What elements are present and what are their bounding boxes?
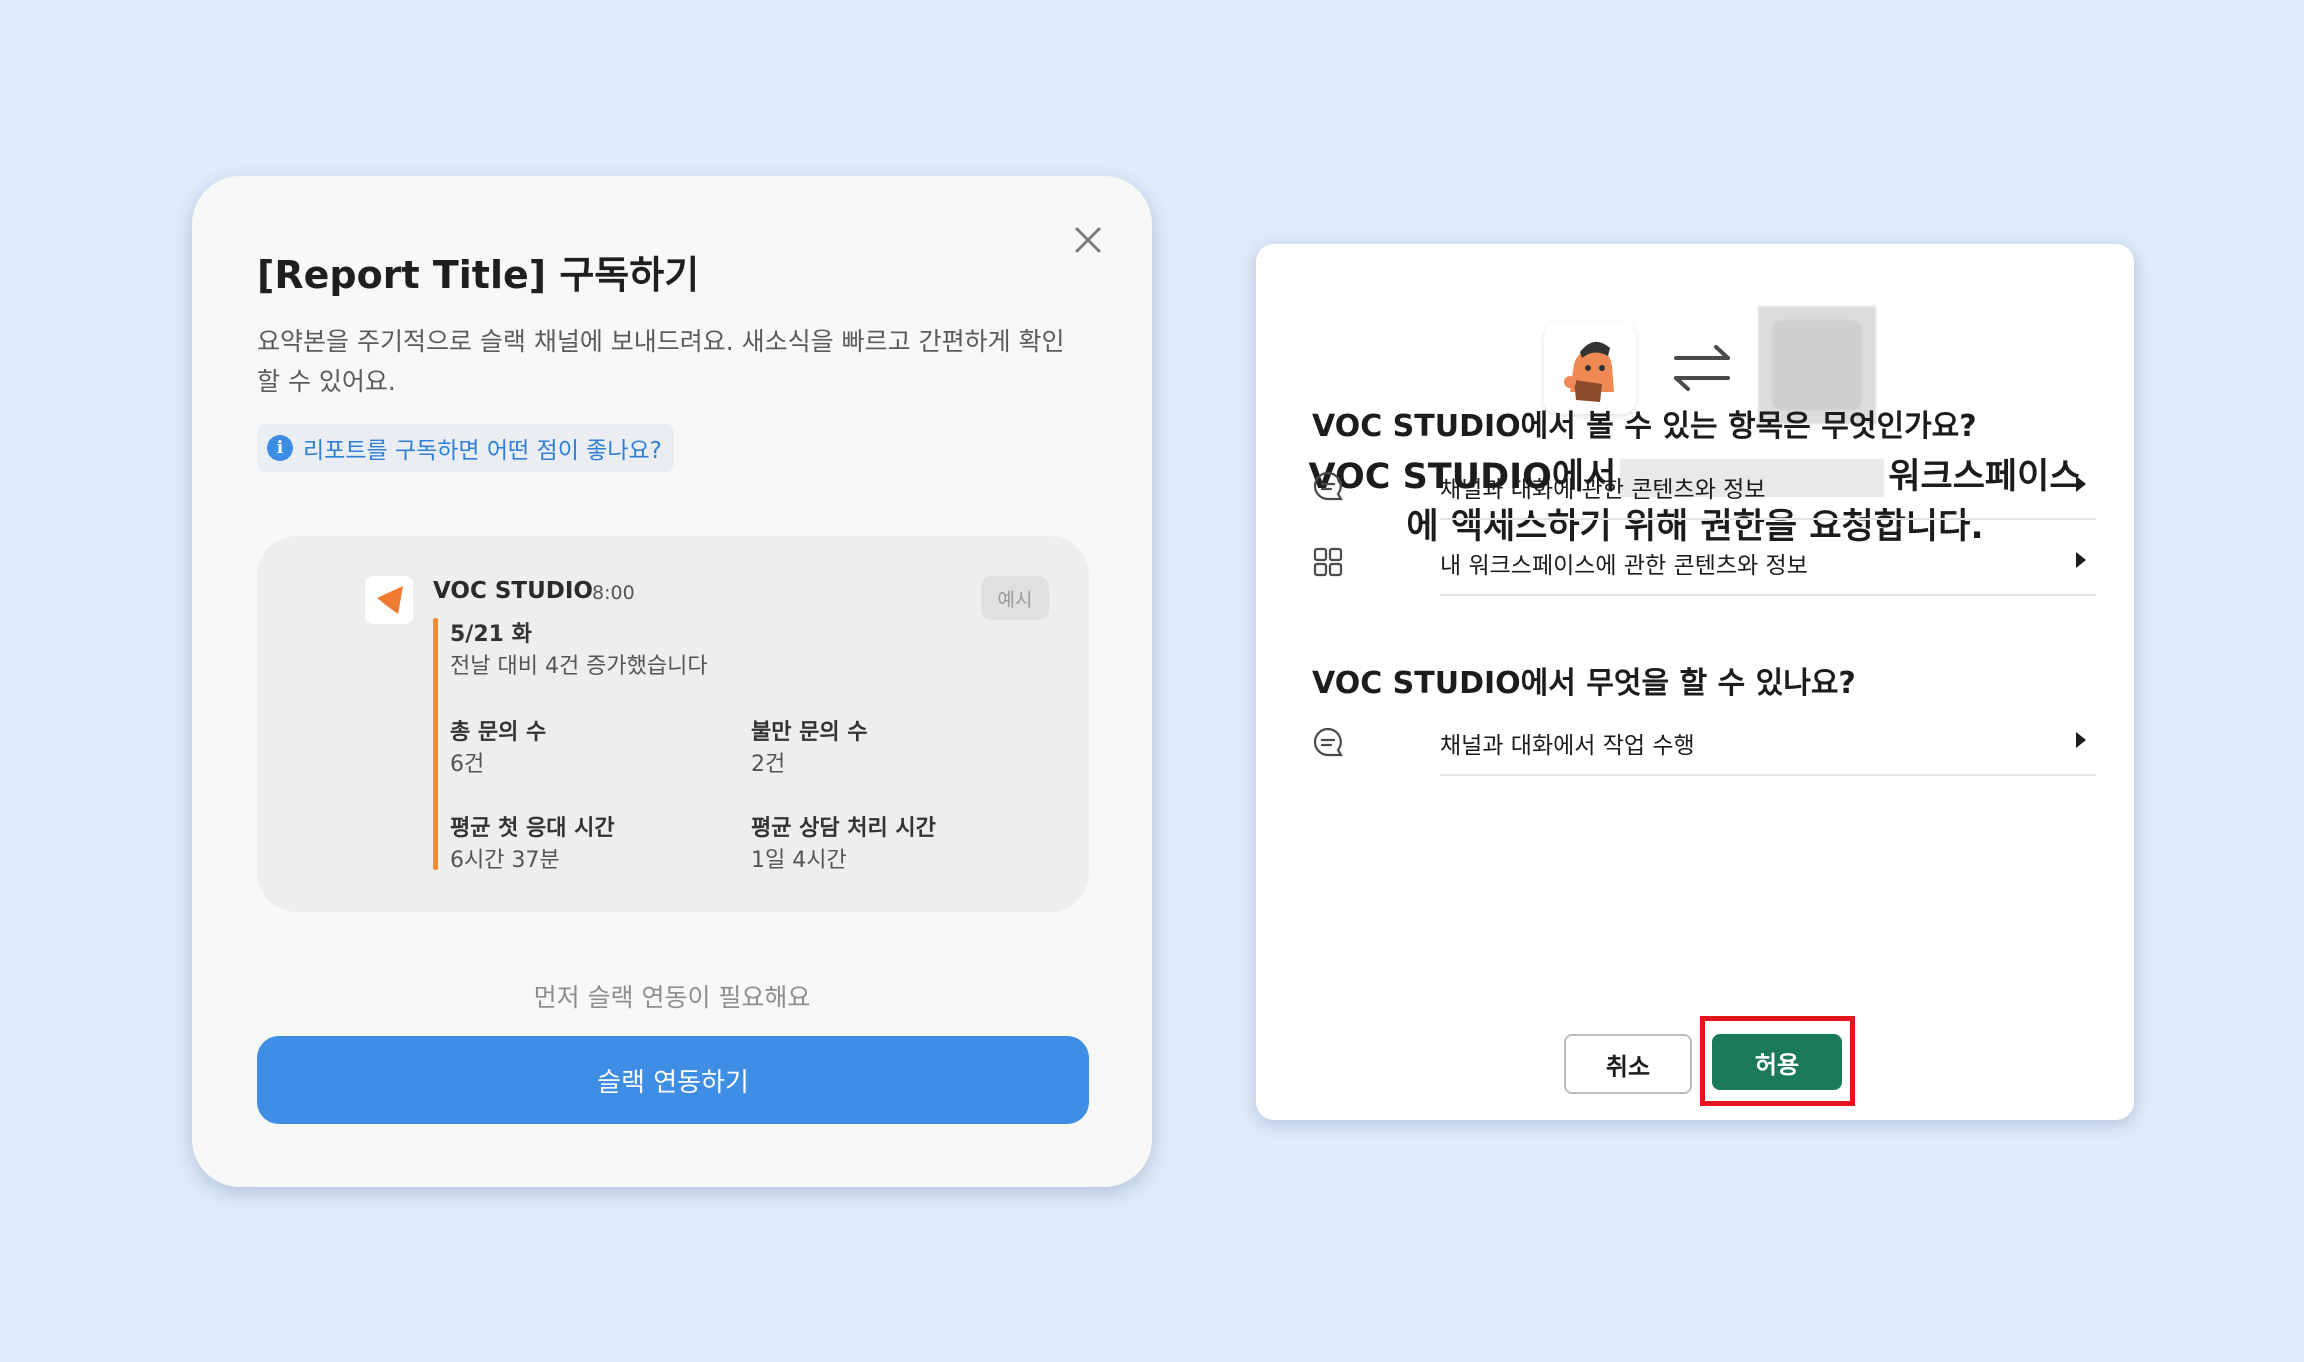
stat-label: 평균 상담 처리 시간 xyxy=(751,816,936,841)
stat-label: 평균 첫 응대 시간 xyxy=(450,816,615,841)
chat-bubble-icon xyxy=(1313,727,1343,757)
chat-bubble-icon xyxy=(1313,471,1343,501)
expand-arrow-icon xyxy=(2076,476,2086,492)
cancel-button[interactable]: 취소 xyxy=(1564,1034,1692,1094)
slack-message-preview: VOC STUDIO 8:00 예시 5/21 화 전날 대비 4건 증가했습니… xyxy=(257,536,1089,912)
section-do-title: VOC STUDIO에서 무엇을 할 수 있나요? xyxy=(1312,666,1856,701)
expand-arrow-icon xyxy=(2076,552,2086,568)
message-time: 8:00 xyxy=(592,582,635,604)
modal-title: [Report Title] 구독하기 xyxy=(257,253,700,297)
info-icon: i xyxy=(267,435,293,461)
close-icon xyxy=(1075,227,1101,253)
stat-value: 6시간 37분 xyxy=(450,848,560,873)
app-name: VOC STUDIO xyxy=(433,578,593,604)
stat-value: 6건 xyxy=(450,752,485,777)
message-accent-bar xyxy=(433,618,438,870)
info-link-text: 리포트를 구독하면 어떤 점이 좋나요? xyxy=(303,438,662,464)
megaphone-icon xyxy=(377,586,403,614)
subscribe-modal: [Report Title] 구독하기 요약본을 주기적으로 슬랙 채널에 보내… xyxy=(192,176,1152,1187)
close-button[interactable] xyxy=(1072,224,1104,256)
background-canvas: [Report Title] 구독하기 요약본을 주기적으로 슬랙 채널에 보내… xyxy=(0,0,2304,1362)
swap-arrows-icon xyxy=(1674,345,1730,391)
divider xyxy=(1440,518,2096,520)
message-date: 5/21 화 xyxy=(450,622,532,647)
permission-label: 채널과 대화에 관한 콘텐츠와 정보 xyxy=(1440,477,1766,503)
stat-label: 불만 문의 수 xyxy=(751,720,868,745)
section-view-title: VOC STUDIO에서 볼 수 있는 항목은 무엇인가요? xyxy=(1312,409,1977,444)
stat-label: 총 문의 수 xyxy=(450,720,547,745)
permission-label: 내 워크스페이스에 관한 콘텐츠와 정보 xyxy=(1440,553,1808,579)
permission-item-actions[interactable]: 채널과 대화에서 작업 수행 xyxy=(1312,702,2096,776)
permission-item-workspace[interactable]: 내 워크스페이스에 관한 콘텐츠와 정보 xyxy=(1312,522,2096,596)
connect-slack-button[interactable]: 슬랙 연동하기 xyxy=(257,1036,1089,1124)
example-badge: 예시 xyxy=(981,576,1049,620)
voc-studio-app-icon xyxy=(365,576,413,624)
benefits-info-link[interactable]: i 리포트를 구독하면 어떤 점이 좋나요? xyxy=(257,424,674,472)
modal-description: 요약본을 주기적으로 슬랙 채널에 보내드려요. 새소식을 빠르고 간편하게 확… xyxy=(257,327,1065,396)
permission-dialog: VOC STUDIO에서 워크스페이스 에 액세스하기 위해 권한을 요청합니다.… xyxy=(1256,244,2134,1120)
allow-button-highlight xyxy=(1700,1016,1855,1106)
slack-required-note: 먼저 슬랙 연동이 필요해요 xyxy=(533,983,811,1012)
permission-label: 채널과 대화에서 작업 수행 xyxy=(1440,733,1695,759)
stat-value: 2건 xyxy=(751,752,786,777)
divider xyxy=(1440,774,2096,776)
divider xyxy=(1440,594,2096,596)
expand-arrow-icon xyxy=(2076,732,2086,748)
message-subtitle: 전날 대비 4건 증가했습니다 xyxy=(450,654,708,679)
grid-icon xyxy=(1313,547,1343,577)
stat-value: 1일 4시간 xyxy=(751,848,847,873)
permission-item-channels[interactable]: 채널과 대화에 관한 콘텐츠와 정보 xyxy=(1312,446,2096,520)
